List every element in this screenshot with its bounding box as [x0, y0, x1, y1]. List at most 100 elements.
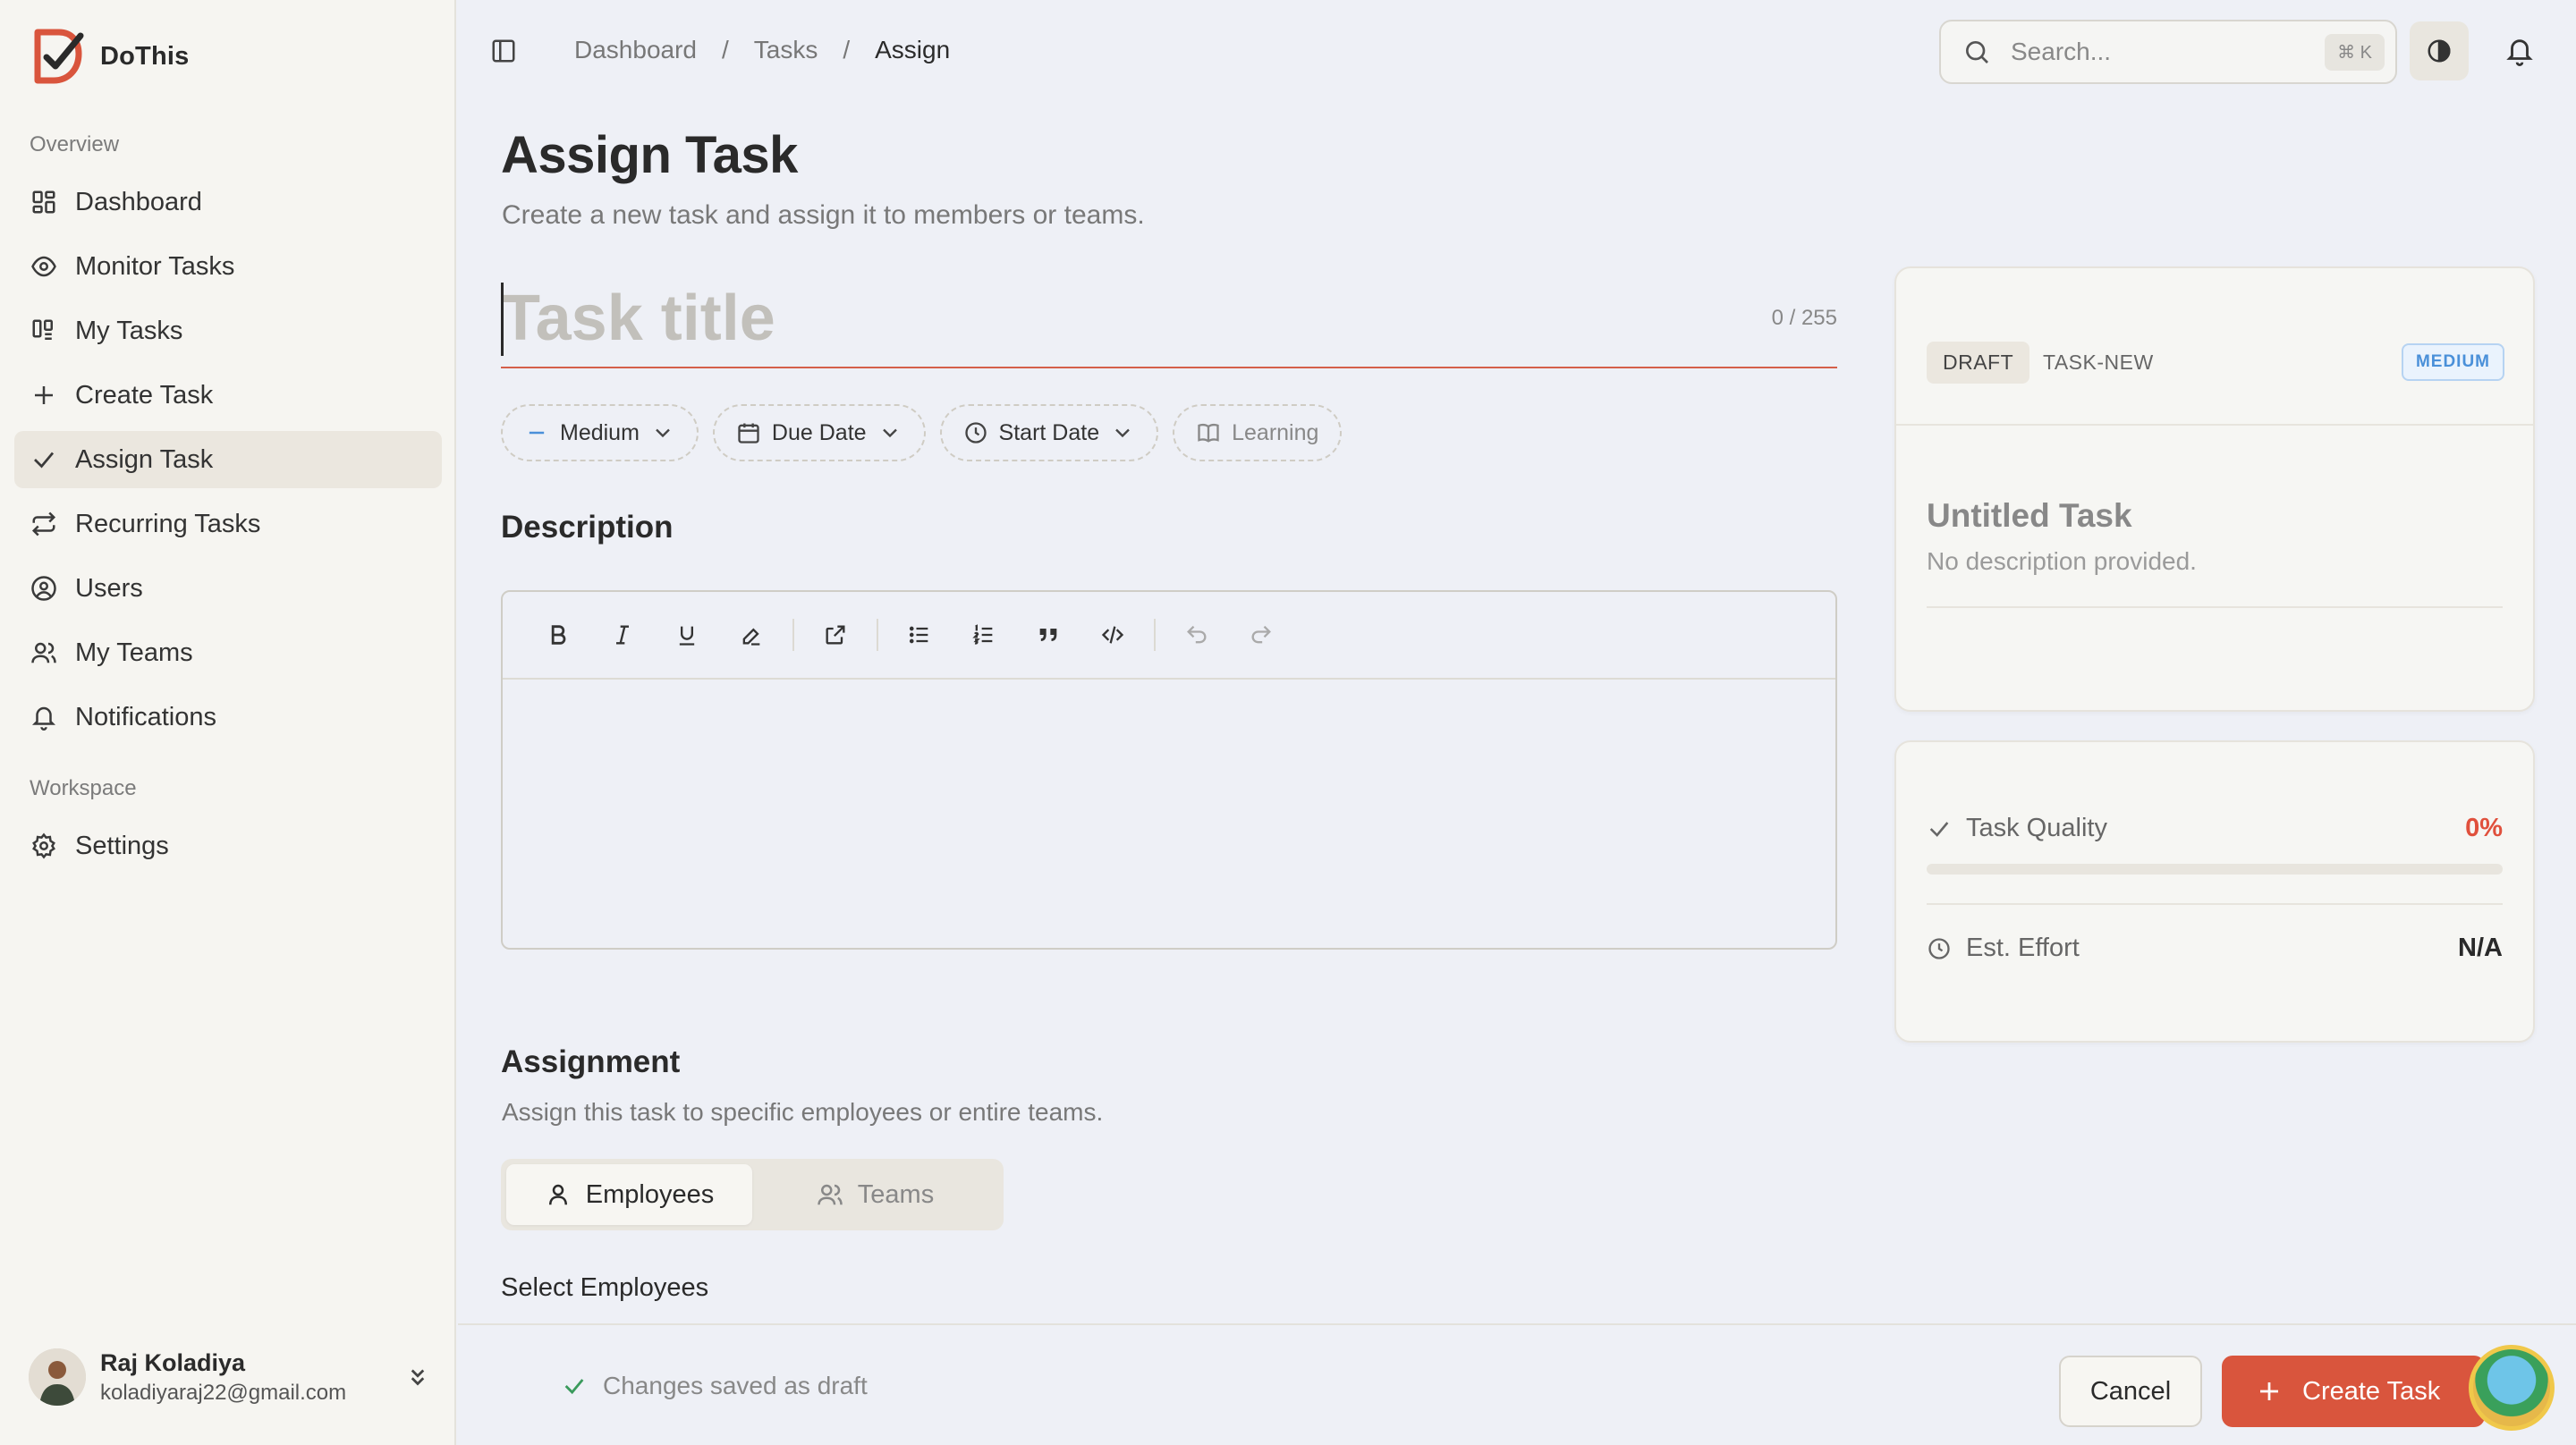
search-input[interactable]: Search...: [2011, 38, 2325, 66]
sidebar-toggle-icon[interactable]: [490, 38, 517, 64]
theme-toggle-button[interactable]: [2410, 21, 2469, 80]
start-date-select[interactable]: Start Date: [939, 404, 1159, 461]
est-effort-label: Est. Effort: [1966, 934, 2080, 962]
category-select[interactable]: Learning: [1173, 404, 1343, 461]
tab-employees-label: Employees: [585, 1179, 715, 1209]
users-icon: [31, 642, 56, 663]
sidebar-item-label: Users: [75, 573, 143, 603]
sidebar-item-dashboard[interactable]: Dashboard: [14, 173, 442, 231]
sidebar-item-notifications[interactable]: Notifications: [14, 689, 442, 746]
notifications-bell-icon[interactable]: [2504, 36, 2535, 66]
underline-button[interactable]: [655, 608, 719, 662]
description-editor: [501, 590, 1837, 950]
bullet-list-icon: [909, 626, 928, 644]
start-date-label: Start Date: [998, 419, 1100, 445]
editor-toolbar: [503, 592, 1835, 680]
sidebar-item-label: My Teams: [75, 638, 193, 667]
plus-icon: [2260, 1382, 2278, 1400]
task-quality-value: 0%: [2465, 814, 2503, 842]
priority-select[interactable]: Medium: [501, 404, 699, 461]
create-task-button[interactable]: Create Task: [2222, 1356, 2485, 1427]
avatar: [29, 1348, 86, 1406]
cancel-button[interactable]: Cancel: [2059, 1356, 2202, 1427]
tab-teams[interactable]: Teams: [752, 1164, 998, 1225]
toolbar-divider: [792, 619, 794, 651]
quote-button[interactable]: [1016, 608, 1080, 662]
assignment-subtitle: Assign this task to specific employees o…: [502, 1098, 1104, 1126]
chevron-down-icon: [882, 428, 897, 438]
text-caret: [501, 283, 504, 356]
action-footer: Changes saved as draft Cancel Create Tas…: [458, 1323, 2576, 1445]
task-quality-row: Task Quality 0%: [1927, 814, 2503, 843]
user-menu[interactable]: Raj Koladiya koladiyaraj22@gmail.com: [29, 1348, 431, 1406]
dashboard-icon: [32, 190, 55, 214]
chevrons-up-down-icon[interactable]: [404, 1364, 431, 1390]
repeat-icon: [31, 511, 56, 537]
description-heading: Description: [501, 510, 674, 545]
sidebar-item-settings[interactable]: Settings: [14, 817, 442, 875]
user-circle-icon: [31, 576, 56, 601]
sidebar-item-label: Assign Task: [75, 444, 214, 474]
task-metrics-card: Task Quality 0% Est. Effort N/A: [1894, 740, 2535, 1043]
chevron-down-icon: [656, 428, 670, 438]
check-icon: [564, 1379, 584, 1395]
bold-button[interactable]: [526, 608, 590, 662]
sidebar-item-my-tasks[interactable]: My Tasks: [14, 302, 442, 359]
calendar-icon: [738, 423, 759, 444]
gear-icon: [32, 832, 55, 859]
numbered-list-button[interactable]: [952, 608, 1016, 662]
code-icon: [1101, 626, 1124, 644]
priority-label: Medium: [560, 419, 640, 445]
undo-icon: [1187, 625, 1207, 644]
status-badge: DRAFT: [1927, 342, 2030, 384]
book-icon: [1198, 423, 1219, 443]
preview-description: No description provided.: [1927, 547, 2197, 575]
sidebar-item-monitor-tasks[interactable]: Monitor Tasks: [14, 238, 442, 295]
brand[interactable]: DoThis: [29, 27, 189, 86]
check-icon: [1929, 821, 1949, 837]
clock-icon: [1928, 937, 1950, 959]
section-label-overview: Overview: [30, 132, 120, 156]
chevron-down-icon: [1115, 428, 1130, 438]
undo-button[interactable]: [1165, 608, 1229, 662]
editor-content-area[interactable]: [503, 680, 1835, 948]
search-bar[interactable]: Search... ⌘ K: [1939, 20, 2397, 84]
tab-employees[interactable]: Employees: [506, 1164, 752, 1225]
bullet-list-button[interactable]: [887, 608, 952, 662]
sidebar-item-label: Notifications: [75, 702, 216, 731]
sidebar-item-users[interactable]: Users: [14, 560, 442, 617]
task-title-input[interactable]: [501, 275, 1664, 361]
check-icon: [34, 452, 55, 469]
due-date-label: Due Date: [771, 419, 867, 445]
breadcrumb-tasks[interactable]: Tasks: [754, 36, 818, 64]
task-id: TASK-NEW: [2043, 351, 2154, 374]
code-button[interactable]: [1080, 608, 1145, 662]
link-button[interactable]: [803, 608, 868, 662]
due-date-select[interactable]: Due Date: [712, 404, 926, 461]
user-info: Raj Koladiya koladiyaraj22@gmail.com: [100, 1349, 404, 1406]
user-name: Raj Koladiya: [100, 1348, 246, 1376]
contrast-icon: [2428, 39, 2451, 63]
preview-header: DRAFT TASK-NEW MEDIUM: [1896, 268, 2533, 426]
sidebar-item-create-task[interactable]: Create Task: [14, 367, 442, 424]
sidebar-item-label: Recurring Tasks: [75, 509, 261, 538]
preview-title: Untitled Task: [1927, 497, 2132, 534]
breadcrumb-separator: /: [843, 36, 851, 63]
redo-button[interactable]: [1229, 608, 1293, 662]
sidebar: DoThis Overview Dashboard Monitor Tasks …: [0, 0, 456, 1445]
toolbar-divider: [1154, 619, 1156, 651]
highlight-button[interactable]: [719, 608, 784, 662]
breadcrumb-dashboard[interactable]: Dashboard: [574, 36, 697, 64]
task-title-field: 0 / 255: [501, 275, 1837, 368]
topbar: Dashboard / Tasks / Assign Search... ⌘ K: [458, 0, 2576, 98]
italic-button[interactable]: [590, 608, 655, 662]
toolbar-divider: [877, 619, 878, 651]
sidebar-item-assign-task[interactable]: Assign Task: [14, 431, 442, 488]
page-title: Assign Task: [501, 126, 798, 184]
sidebar-item-my-teams[interactable]: My Teams: [14, 624, 442, 681]
user-email: koladiyaraj22@gmail.com: [100, 1380, 347, 1405]
sidebar-item-recurring-tasks[interactable]: Recurring Tasks: [14, 495, 442, 553]
assistant-avatar[interactable]: [2469, 1345, 2555, 1431]
redo-icon: [1251, 625, 1271, 644]
est-effort-row: Est. Effort N/A: [1927, 934, 2503, 963]
